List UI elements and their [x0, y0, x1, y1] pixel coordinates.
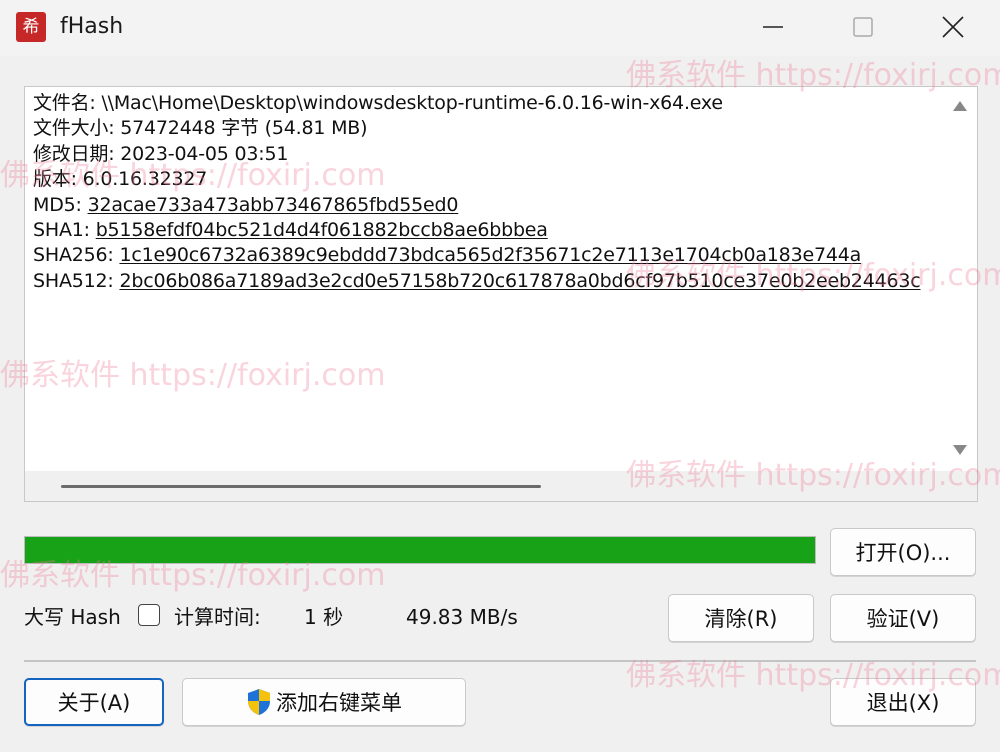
progress-fill	[25, 537, 815, 563]
separator	[24, 660, 976, 662]
close-icon	[942, 16, 964, 38]
output-line-label: SHA256:	[33, 244, 120, 267]
minimize-button[interactable]	[728, 0, 818, 54]
scroll-up-icon[interactable]	[953, 101, 967, 111]
exit-button[interactable]: 退出(X)	[830, 678, 976, 726]
output-line-label: SHA512:	[33, 269, 120, 292]
hash-value-link[interactable]: 32acae733a473abb73467865fbd55ed0	[88, 194, 459, 216]
uppercase-hash-label: 大写 Hash	[24, 605, 121, 629]
output-line-label: 文件名:	[33, 92, 102, 114]
calc-speed-value: 49.83 MB/s	[406, 605, 518, 629]
clear-button[interactable]: 清除(R)	[668, 594, 814, 642]
output-line-label: SHA1:	[33, 218, 96, 241]
add-context-menu-button[interactable]: 添加右键菜单	[182, 678, 466, 726]
close-button[interactable]	[908, 0, 998, 54]
horizontal-scrollbar[interactable]	[25, 471, 977, 501]
progress-bar	[24, 536, 816, 564]
output-line-label: MD5:	[33, 193, 88, 216]
output-line: 文件名: \\Mac\Home\Desktop\windowsdesktop-r…	[33, 91, 939, 116]
calc-time-label: 计算时间:	[174, 605, 261, 629]
output-line: 修改日期: 2023-04-05 03:51	[33, 142, 939, 167]
output-line: SHA512: 2bc06b086a7189ad3e2cd0e57158b720…	[33, 269, 939, 294]
add-context-menu-label: 添加右键菜单	[276, 691, 402, 715]
output-line: 文件大小: 57472448 字节 (54.81 MB)	[33, 116, 939, 141]
calc-time-value: 1 秒	[304, 605, 344, 629]
hash-output-text: 文件名: \\Mac\Home\Desktop\windowsdesktop-r…	[33, 91, 939, 294]
output-line-value: \\Mac\Home\Desktop\windowsdesktop-runtim…	[101, 92, 723, 114]
output-line-label: 版本:	[33, 168, 83, 191]
output-line-value: 57472448 字节 (54.81 MB)	[120, 117, 368, 140]
hash-value-link[interactable]: b5158efdf04bc521d4d4f061882bccb8ae6bbbea	[96, 219, 548, 241]
hash-value-link[interactable]: 2bc06b086a7189ad3e2cd0e57158b720c617878a…	[119, 270, 920, 292]
app-icon: 希	[16, 12, 46, 42]
output-line: 版本: 6.0.16.32327	[33, 167, 939, 192]
output-line-label: 修改日期:	[33, 142, 121, 165]
title-bar[interactable]: 希 fHash	[0, 0, 1000, 56]
output-line-value: 6.0.16.32327	[82, 168, 208, 191]
scroll-down-icon[interactable]	[953, 445, 967, 455]
minimize-icon	[763, 26, 783, 28]
output-line: SHA256: 1c1e90c6732a6389c9ebddd73bdca565…	[33, 243, 939, 268]
hash-output-box[interactable]: 文件名: \\Mac\Home\Desktop\windowsdesktop-r…	[24, 86, 978, 502]
hash-value-link[interactable]: 1c1e90c6732a6389c9ebddd73bdca565d2f35671…	[119, 244, 861, 266]
output-line: MD5: 32acae733a473abb73467865fbd55ed0	[33, 193, 939, 218]
output-line-value: 2023-04-05 03:51	[120, 142, 289, 165]
shield-icon	[248, 689, 270, 715]
about-button[interactable]: 关于(A)	[24, 678, 164, 726]
horizontal-scroll-thumb[interactable]	[61, 485, 541, 488]
uppercase-hash-checkbox[interactable]	[138, 604, 160, 626]
output-line-label: 文件大小:	[33, 117, 121, 140]
output-line: SHA1: b5158efdf04bc521d4d4f061882bccb8ae…	[33, 218, 939, 243]
maximize-icon	[853, 17, 873, 37]
vertical-scrollbar[interactable]	[943, 87, 977, 471]
window-title: fHash	[60, 14, 124, 39]
verify-button[interactable]: 验证(V)	[830, 594, 976, 642]
maximize-button[interactable]	[818, 0, 908, 54]
open-button[interactable]: 打开(O)...	[830, 528, 976, 576]
